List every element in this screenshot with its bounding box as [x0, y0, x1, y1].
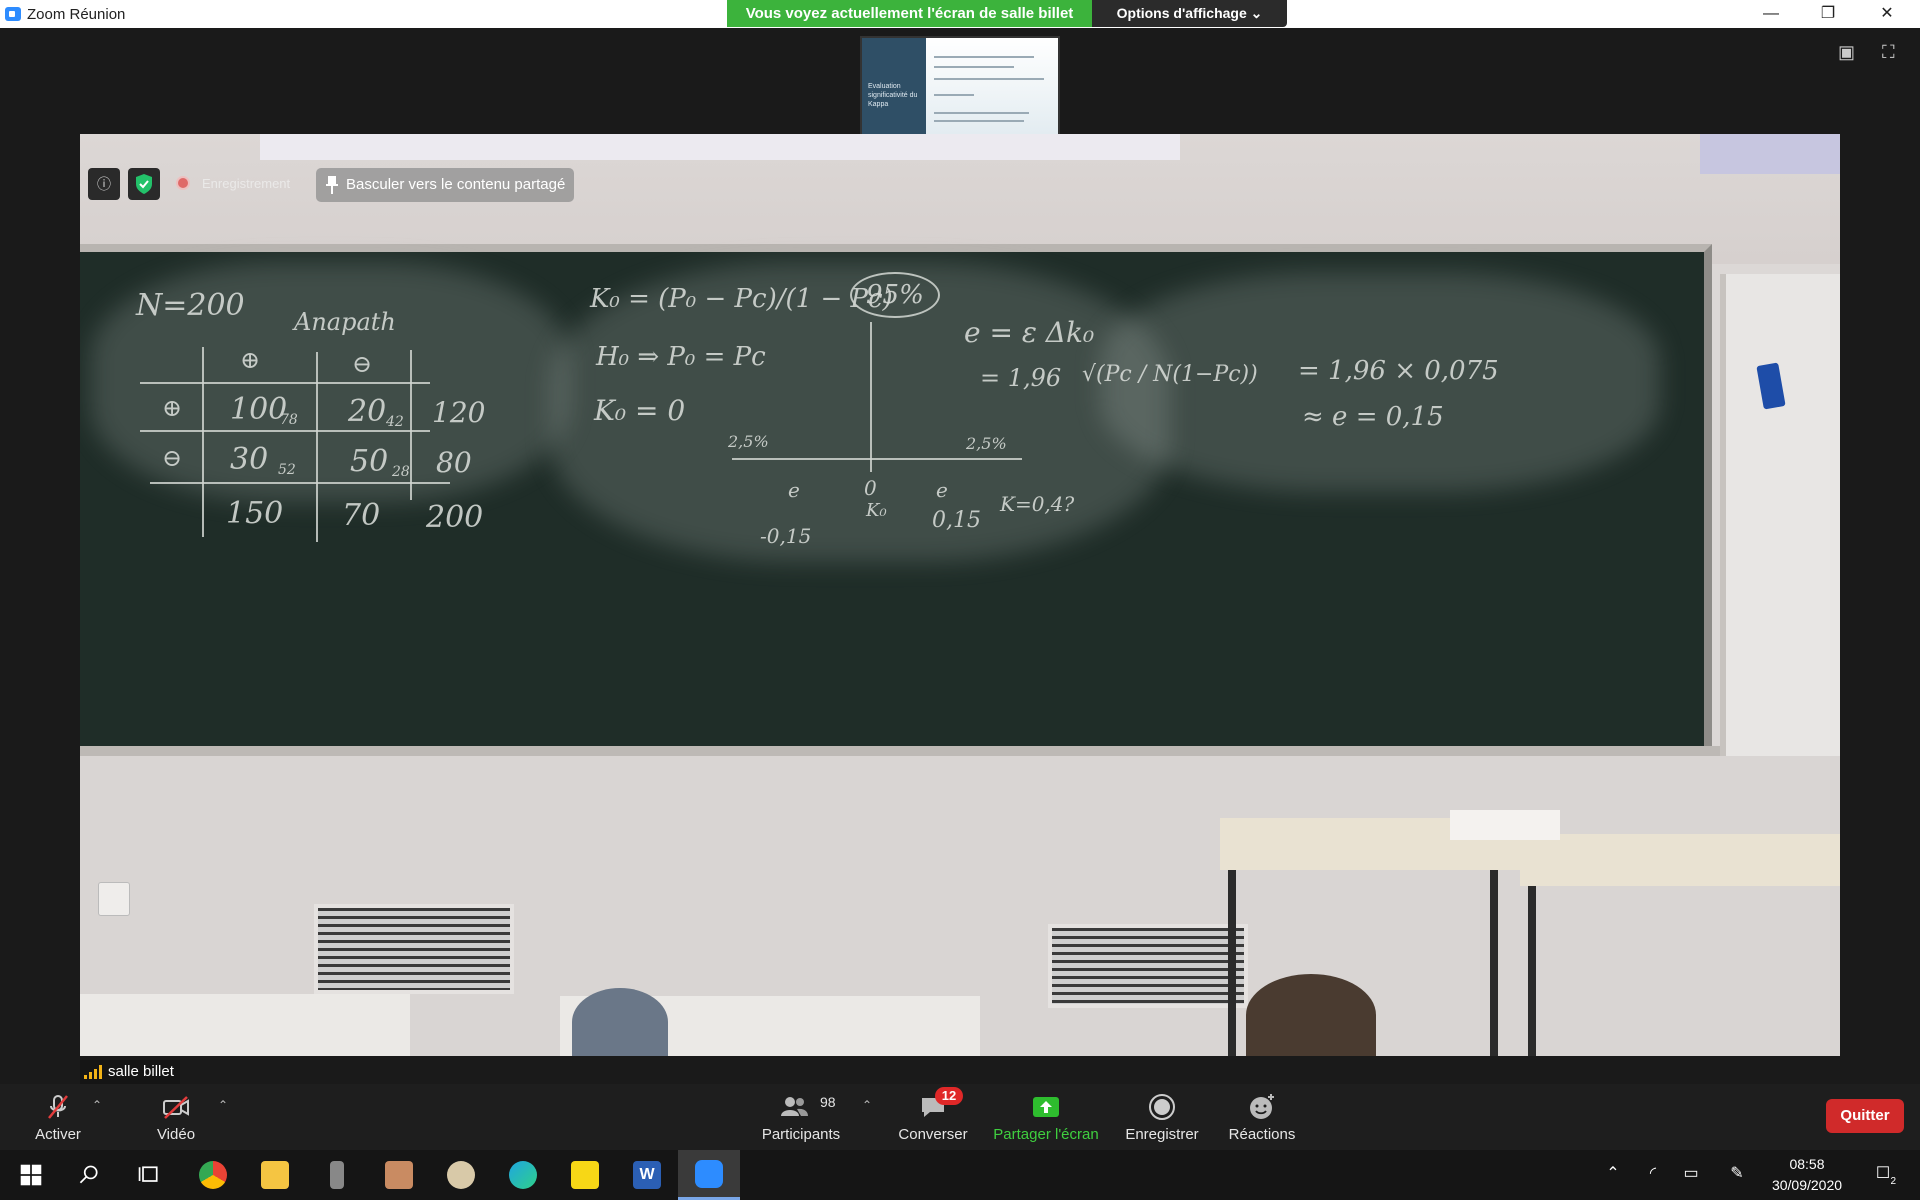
- view-options-label: Options d'affichage: [1116, 5, 1247, 21]
- zoom-icon[interactable]: [678, 1150, 740, 1200]
- notification-count: 2: [1890, 1176, 1896, 1187]
- view-layout-icon[interactable]: ▣: [1838, 42, 1860, 64]
- share-screen-label: Partager l'écran: [993, 1126, 1099, 1143]
- share-screen-icon: [1033, 1097, 1059, 1117]
- video-options-chevron-icon[interactable]: ⌃: [218, 1098, 228, 1112]
- pin-icon: [326, 176, 338, 194]
- view-options-dropdown[interactable]: Options d'affichage ⌄: [1092, 0, 1287, 27]
- leave-meeting-button[interactable]: Quitter: [1826, 1099, 1904, 1133]
- chevron-down-icon: ⌄: [1250, 5, 1263, 21]
- participant-name-tag: salle billet: [80, 1060, 180, 1084]
- close-icon[interactable]: ✕: [1864, 0, 1910, 28]
- microphone-app-icon[interactable]: [306, 1150, 368, 1200]
- chat-label: Converser: [898, 1126, 968, 1143]
- zoom-app-icon: [5, 7, 21, 21]
- security-shield-icon[interactable]: [128, 168, 160, 200]
- share-screen-button[interactable]: Partager l'écran: [986, 1084, 1106, 1150]
- recording-dot-icon: [176, 176, 190, 190]
- reactions-button[interactable]: Réactions: [1216, 1084, 1308, 1150]
- task-view-icon[interactable]: [118, 1150, 180, 1200]
- search-icon[interactable]: [58, 1150, 120, 1200]
- chalkboard: N=200 Anapath ⊕ ⊖ ⊕ ⊖ 100 78 20 42 120 3…: [80, 244, 1712, 754]
- info-icon[interactable]: ⓘ: [88, 168, 120, 200]
- participant-name: salle billet: [108, 1063, 174, 1080]
- unmute-button[interactable]: Activer: [18, 1084, 98, 1150]
- video-label: Vidéo: [156, 1126, 196, 1143]
- recording-indicator: Enregistrement: [176, 176, 290, 191]
- restore-icon[interactable]: ❐: [1805, 0, 1851, 28]
- recording-label: Enregistrement: [202, 176, 291, 191]
- sticky-notes-icon[interactable]: [554, 1150, 616, 1200]
- signal-bars-icon: [84, 1065, 102, 1079]
- file-explorer-icon[interactable]: [244, 1150, 306, 1200]
- video-off-icon: [163, 1096, 189, 1119]
- switch-button-label: Basculer vers le contenu partagé: [346, 176, 566, 193]
- clock-time: 08:58: [1789, 1156, 1825, 1172]
- photo-app-icon[interactable]: [368, 1150, 430, 1200]
- participants-chevron-icon[interactable]: ⌃: [862, 1098, 872, 1112]
- minimize-icon[interactable]: —: [1748, 0, 1794, 28]
- record-button[interactable]: Enregistrer: [1114, 1084, 1210, 1150]
- chat-button[interactable]: Converser: [888, 1084, 978, 1150]
- clock-date: 30/09/2020: [1771, 1177, 1843, 1193]
- participants-icon: [781, 1097, 808, 1116]
- audio-options-chevron-icon[interactable]: ⌃: [92, 1098, 102, 1112]
- show-hidden-icons-chevron-icon[interactable]: ⌃: [1602, 1163, 1624, 1185]
- notifications-icon[interactable]: ☐ 2: [1868, 1163, 1898, 1187]
- window-title: Zoom Réunion: [27, 6, 126, 23]
- reactions-icon: [1250, 1094, 1274, 1119]
- unmute-label: Activer: [35, 1126, 81, 1143]
- chat-unread-badge: 12: [935, 1087, 963, 1105]
- paint-icon[interactable]: [430, 1150, 492, 1200]
- fullscreen-icon[interactable]: ⛶: [1882, 42, 1904, 64]
- share-banner: Vous voyez actuellement l'écran de salle…: [727, 0, 1092, 27]
- chrome-icon[interactable]: [182, 1150, 244, 1200]
- taskbar-clock[interactable]: 08:58 30/09/2020: [1752, 1154, 1862, 1196]
- participant-video: N=200 Anapath ⊕ ⊖ ⊕ ⊖ 100 78 20 42 120 3…: [80, 134, 1840, 1056]
- participants-button[interactable]: 98 Participants: [756, 1084, 846, 1150]
- battery-icon[interactable]: ▭: [1680, 1163, 1702, 1185]
- word-icon[interactable]: W: [616, 1150, 678, 1200]
- record-label: Enregistrer: [1125, 1126, 1199, 1143]
- wall-outlet: [98, 882, 130, 916]
- switch-to-shared-content-button[interactable]: Basculer vers le contenu partagé: [316, 168, 574, 202]
- edge-icon[interactable]: [492, 1150, 554, 1200]
- participants-label: Participants: [761, 1126, 841, 1143]
- reactions-label: Réactions: [1228, 1126, 1296, 1143]
- participants-count: 98: [820, 1094, 836, 1110]
- record-icon: [1149, 1094, 1175, 1120]
- video-button[interactable]: Vidéo: [136, 1084, 216, 1150]
- windows-taskbar: W: [0, 1150, 1920, 1200]
- microphone-muted-icon: [48, 1095, 68, 1119]
- start-icon[interactable]: [0, 1150, 62, 1200]
- pen-icon[interactable]: ✎: [1726, 1163, 1748, 1185]
- wifi-icon[interactable]: ◜: [1642, 1163, 1664, 1185]
